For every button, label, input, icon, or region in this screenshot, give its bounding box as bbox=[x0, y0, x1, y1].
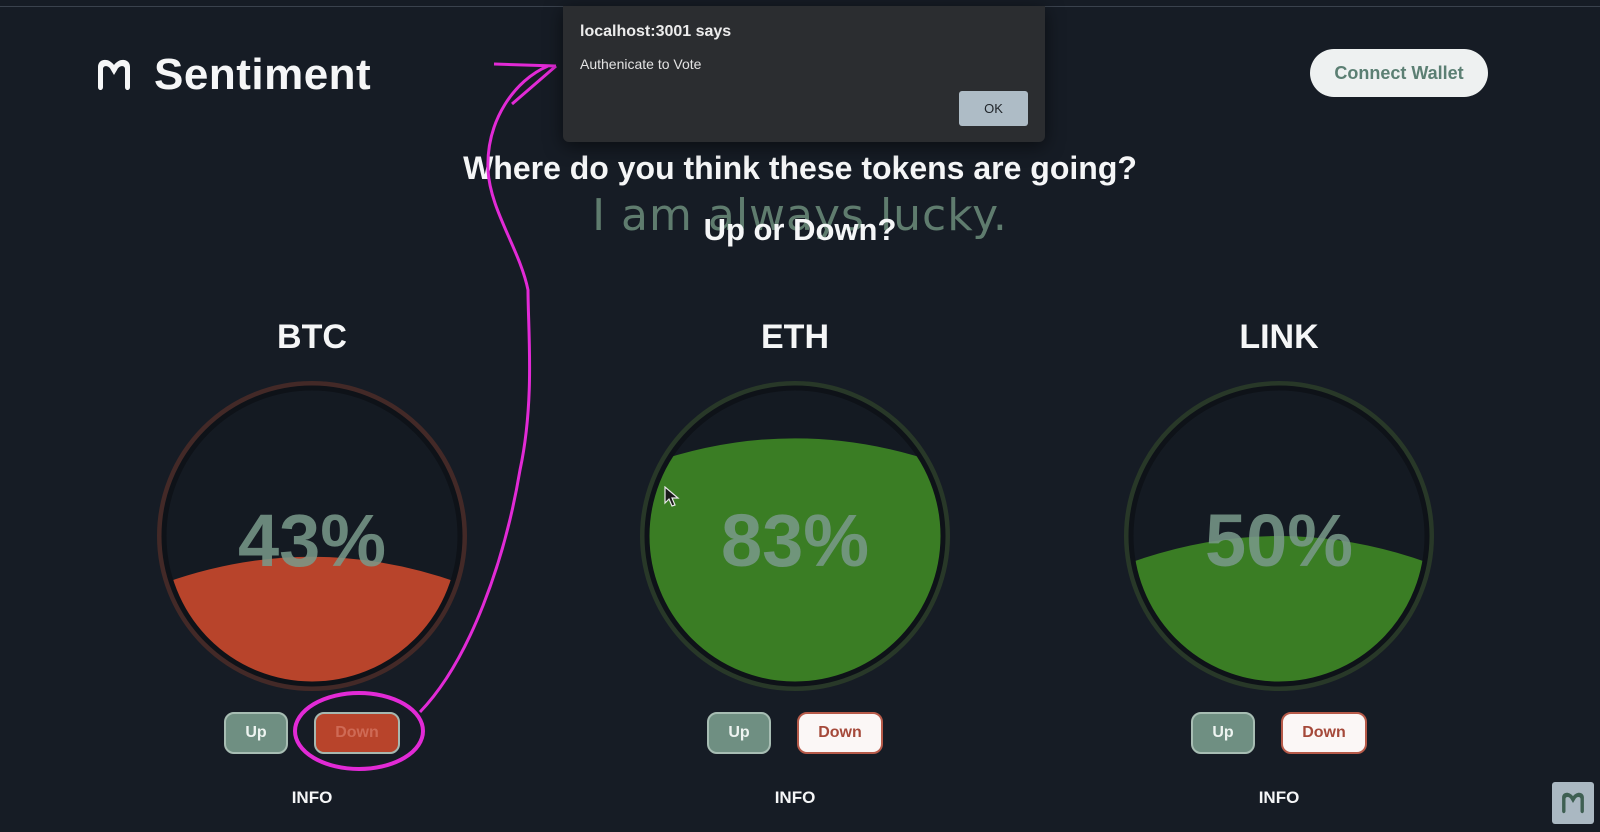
sentiment-percent: 43% bbox=[237, 499, 387, 582]
vote-buttons: Up Down bbox=[630, 712, 960, 754]
connect-wallet-button[interactable]: Connect Wallet bbox=[1310, 49, 1488, 97]
vote-down-button[interactable]: Down bbox=[797, 712, 883, 754]
info-link[interactable]: INFO bbox=[630, 788, 960, 808]
vote-buttons: Up Down bbox=[1114, 712, 1444, 754]
token-card-eth: ETH 83% Up Down INFO bbox=[630, 318, 960, 818]
token-card-btc: BTC 43% Up Down INFO bbox=[147, 318, 477, 818]
vote-down-button[interactable]: Down bbox=[314, 712, 400, 754]
sentiment-percent: 50% bbox=[1204, 499, 1354, 582]
sentiment-percent: 83% bbox=[720, 499, 870, 582]
page-subtitle: Up or Down? bbox=[703, 212, 897, 247]
annotation-arrowhead bbox=[493, 62, 557, 106]
alert-ok-button[interactable]: OK bbox=[959, 91, 1028, 126]
app-name: Sentiment bbox=[154, 50, 372, 99]
page-question: Where do you think these tokens are goin… bbox=[463, 150, 1137, 186]
m-logo-icon bbox=[98, 59, 130, 90]
alert-dialog: localhost:3001 says Authenicate to Vote … bbox=[563, 6, 1045, 142]
token-card-link: LINK 50% Up Down INFO bbox=[1114, 318, 1444, 818]
token-symbol: BTC bbox=[277, 318, 347, 356]
alert-message: Authenicate to Vote bbox=[580, 56, 702, 72]
info-link[interactable]: INFO bbox=[1114, 788, 1444, 808]
vote-down-button[interactable]: Down bbox=[1281, 712, 1367, 754]
mouse-cursor-icon bbox=[664, 486, 680, 507]
vote-buttons: Up Down bbox=[147, 712, 477, 754]
vote-up-button[interactable]: Up bbox=[707, 712, 771, 754]
info-link[interactable]: INFO bbox=[147, 788, 477, 808]
corner-app-badge[interactable] bbox=[1552, 782, 1594, 824]
vote-up-button[interactable]: Up bbox=[224, 712, 288, 754]
app-page: Sentiment Connect Wallet Where do you th… bbox=[0, 0, 1600, 832]
alert-title: localhost:3001 says bbox=[580, 23, 732, 40]
m-logo-icon bbox=[1562, 792, 1584, 814]
token-symbol: ETH bbox=[761, 318, 829, 356]
brand-logo[interactable]: Sentiment bbox=[92, 50, 371, 100]
vote-up-button[interactable]: Up bbox=[1191, 712, 1255, 754]
token-symbol: LINK bbox=[1239, 318, 1319, 356]
